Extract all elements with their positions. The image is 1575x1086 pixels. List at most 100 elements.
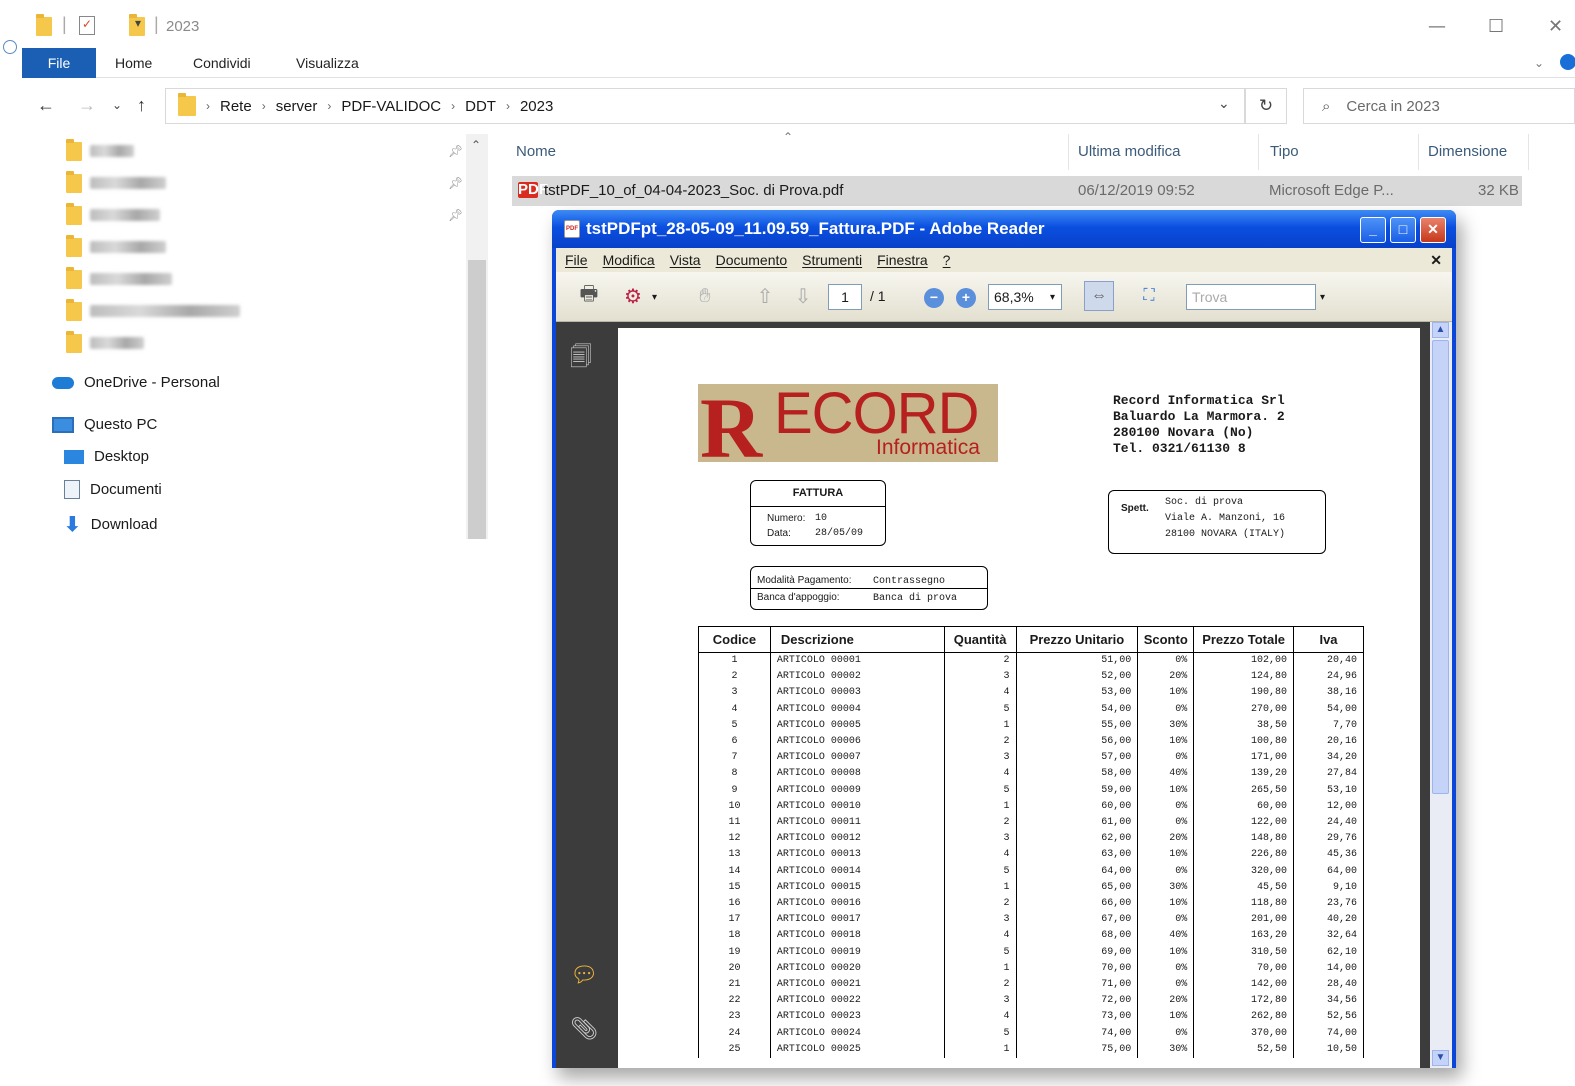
forward-icon[interactable]: → [78,95,96,116]
breadcrumb-ddt[interactable]: DDT [465,98,496,115]
quick-access-dropdown-icon[interactable]: ▾ [135,16,141,30]
fit-page-icon[interactable]: ⛶ [1134,281,1164,311]
table-row: 10 ARTICOLO 00010 1 60,00 0% 60,00 12,00 [698,798,1364,816]
pin-icon[interactable]: 📌︎ [448,208,463,222]
table-cell: 54,00 [1015,701,1139,718]
tab-view[interactable]: Visualizza [296,48,359,78]
column-header-name[interactable]: Nome [516,143,556,160]
table-cell: ARTICOLO 00014 [769,863,945,880]
help-icon[interactable] [1560,54,1575,70]
recent-locations-icon[interactable]: ⌄ [112,98,122,112]
expand-ribbon-icon[interactable]: ⌄ [1534,48,1544,78]
sidebar-item-documents[interactable]: Documenti [64,480,162,499]
table-row: 15 ARTICOLO 00015 1 65,00 30% 45,50 9,10 [698,879,1364,897]
menu-strumenti[interactable]: Strumenti [802,252,862,268]
sidebar-item-onedrive[interactable]: OneDrive - Personal [52,374,220,391]
table-cell: 23,76 [1293,896,1364,913]
zoom-out-icon[interactable]: − [924,288,944,308]
maximize-icon[interactable]: ☐ [1488,16,1504,37]
quick-access-item[interactable] [66,298,240,322]
print-icon[interactable]: 🖶︎ [574,281,604,311]
address-dropdown-icon[interactable]: ⌄ [1218,95,1230,112]
table-cell: ARTICOLO 00016 [769,896,945,913]
scroll-up-icon[interactable]: ⌃ [471,138,481,152]
circle-icon [3,40,17,54]
scroll-up-icon[interactable]: ▲ [1432,322,1449,338]
table-row: 5 ARTICOLO 00005 1 55,00 30% 38,50 7,70 [698,717,1364,735]
breadcrumb-2023[interactable]: 2023 [520,98,553,115]
table-cell: 265,50 [1193,782,1295,799]
refresh-icon[interactable]: ↻ [1245,88,1287,124]
quick-access-item[interactable] [66,202,160,226]
minimize-icon[interactable]: — [1428,16,1446,37]
collaborate-icon[interactable]: ⚙ [618,281,648,311]
comments-icon[interactable]: 💬︎ [570,962,598,988]
column-header-modified[interactable]: Ultima modifica [1078,143,1181,160]
table-cell: 51,00 [1015,652,1139,670]
file-row[interactable]: PDF tstPDF_10_of_04-04-2023_Soc. di Prov… [512,176,1522,206]
pin-icon[interactable]: 📌︎ [448,144,463,158]
reader-maximize-icon[interactable]: □ [1390,217,1416,243]
search-box[interactable]: ⌕ Cerca in 2023 [1303,88,1575,124]
zoom-dropdown-icon[interactable]: ▾ [1050,292,1055,303]
up-icon[interactable]: ↑ [137,95,146,116]
quick-access-item[interactable] [66,170,166,194]
next-page-icon[interactable]: ⇩ [788,281,818,311]
pin-icon[interactable]: 📌︎ [448,176,463,190]
table-cell: 14,00 [1293,960,1364,978]
scrollbar-thumb[interactable] [468,260,486,539]
find-input[interactable]: Trova [1186,284,1316,310]
chevron-right-icon: › [206,99,210,113]
back-icon[interactable]: ← [37,95,55,116]
table-cell: 53,00 [1015,685,1139,702]
menu-help[interactable]: ? [943,252,951,268]
sidebar-item-download[interactable]: ⬇ Download [64,512,157,537]
attachments-icon[interactable]: 📎︎ [570,1016,598,1042]
sidebar-item-this-pc[interactable]: Questo PC [52,416,157,433]
fit-width-icon[interactable]: ⇔ [1084,281,1114,311]
menu-documento[interactable]: Documento [716,252,788,268]
company-line: Baluardo La Marmora. 2 [1113,409,1285,424]
table-cell: 38,16 [1293,685,1364,702]
sidebar-item-desktop[interactable]: Desktop [64,448,149,465]
quick-access-item[interactable] [66,234,166,258]
previous-page-icon[interactable]: ⇧ [750,281,780,311]
hand-tool-icon[interactable]: ✋︎ [690,281,720,311]
menu-modifica[interactable]: Modifica [603,252,655,268]
scrollbar-thumb[interactable] [1432,340,1449,794]
reader-close-icon[interactable]: ✕ [1420,217,1446,243]
address-bar[interactable]: › Rete › server › PDF-VALIDOC › DDT › 20… [165,88,1245,124]
tab-share[interactable]: Condividi [193,48,251,78]
breadcrumb-rete[interactable]: Rete [220,98,252,115]
breadcrumb-server[interactable]: server [276,98,318,115]
close-icon[interactable]: ✕ [1548,16,1563,37]
column-header-type[interactable]: Tipo [1270,143,1299,160]
table-cell: ARTICOLO 00013 [769,847,945,864]
document-scrollbar[interactable]: ▲ ▼ [1430,322,1452,1068]
search-input[interactable]: Cerca in 2023 [1346,98,1439,115]
menu-vista[interactable]: Vista [670,252,701,268]
tab-file[interactable]: File [22,48,96,78]
zoom-in-icon[interactable]: + [956,288,976,308]
find-dropdown-icon[interactable]: ▾ [1320,292,1325,303]
table-cell: 0% [1137,798,1195,816]
page-number-input[interactable]: 1 [828,284,862,310]
chevron-right-icon: › [505,99,510,113]
sidebar-scrollbar[interactable]: ⌃ [466,134,488,539]
close-document-icon[interactable]: ✕ [1430,252,1442,269]
pages-icon[interactable]: 🗐 [570,340,592,378]
table-row: 24 ARTICOLO 00024 5 74,00 0% 370,00 74,00 [698,1025,1364,1042]
column-header-size[interactable]: Dimensione [1428,143,1507,160]
table-cell: 71,00 [1015,977,1139,994]
menu-finestra[interactable]: Finestra [877,252,928,268]
dropdown-icon[interactable]: ▾ [652,292,657,303]
menu-file[interactable]: File [565,252,588,268]
quick-access-item[interactable] [66,138,134,162]
scroll-down-icon[interactable]: ▼ [1432,1050,1449,1066]
quick-access-item[interactable] [66,266,172,290]
reader-minimize-icon[interactable]: _ [1360,217,1386,243]
breadcrumb-pdf-validoc[interactable]: PDF-VALIDOC [341,98,441,115]
properties-icon[interactable]: ✓ [79,16,95,35]
tab-home[interactable]: Home [115,48,152,78]
quick-access-item[interactable] [66,330,144,354]
